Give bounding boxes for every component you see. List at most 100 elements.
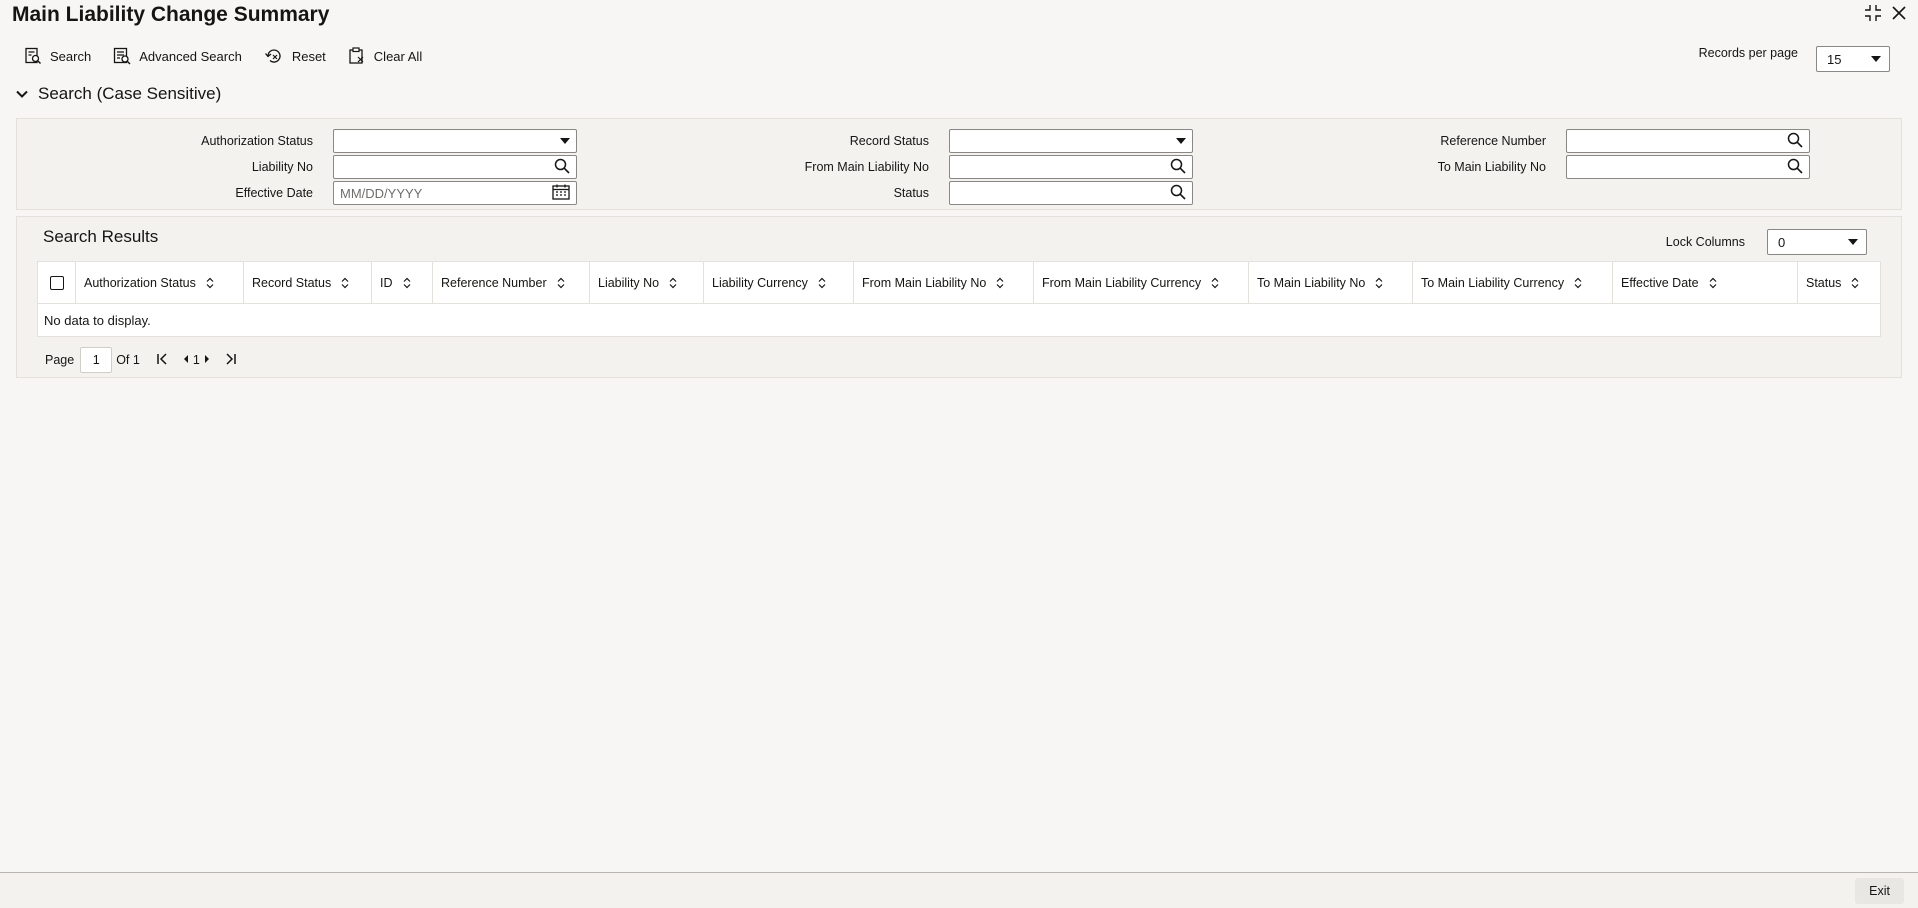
column-header-to-main-liability-currency[interactable]: To Main Liability Currency <box>1413 262 1613 303</box>
first-page-icon[interactable] <box>156 352 170 368</box>
search-icon[interactable] <box>554 158 570 177</box>
authorization-status-select[interactable] <box>333 129 577 153</box>
reset-button[interactable]: Reset <box>264 47 326 65</box>
status-input[interactable] <box>956 185 1156 201</box>
collapse-icon[interactable] <box>1864 4 1882 22</box>
from-main-liability-no-input[interactable] <box>956 159 1156 175</box>
search-criteria-heading: Search (Case Sensitive) <box>38 84 222 103</box>
reset-icon <box>264 47 284 65</box>
close-icon[interactable] <box>1892 6 1906 20</box>
column-header-authorization-status[interactable]: Authorization Status <box>76 262 244 303</box>
previous-page-icon[interactable] <box>182 353 190 368</box>
column-header-liability-currency[interactable]: Liability Currency <box>704 262 854 303</box>
exit-button[interactable]: Exit <box>1855 878 1904 904</box>
sort-icon[interactable] <box>206 277 214 289</box>
search-results-panel: Search Results Lock Columns 0 Authorizat… <box>16 216 1902 378</box>
results-table: Authorization Status Record Status ID Re… <box>37 261 1881 337</box>
sort-icon[interactable] <box>818 277 826 289</box>
reference-number-label: Reference Number <box>1440 134 1546 148</box>
page-number-input[interactable]: 1 <box>80 347 113 373</box>
column-header-status[interactable]: Status <box>1798 262 1878 303</box>
next-page-icon[interactable] <box>203 353 211 368</box>
records-per-page-label: Records per page <box>1698 46 1798 60</box>
records-per-page-select[interactable]: 15 <box>1816 46 1890 72</box>
select-all-checkbox[interactable] <box>50 275 64 290</box>
search-icon[interactable] <box>1787 158 1803 177</box>
to-main-liability-no-label: To Main Liability No <box>1437 160 1546 174</box>
column-header-label: Status <box>1806 275 1842 290</box>
advanced-search-button[interactable]: Advanced Search <box>113 47 242 65</box>
search-icon[interactable] <box>1170 184 1186 203</box>
column-header-to-main-liability-no[interactable]: To Main Liability No <box>1249 262 1413 303</box>
sort-icon[interactable] <box>1574 277 1582 289</box>
column-header-effective-date[interactable]: Effective Date <box>1613 262 1798 303</box>
clipboard-icon <box>348 47 366 65</box>
lock-columns-select[interactable]: 0 <box>1767 229 1867 255</box>
clear-all-button[interactable]: Clear All <box>348 47 422 65</box>
liability-no-label: Liability No <box>251 160 313 174</box>
search-doc-icon <box>24 47 42 65</box>
sort-icon[interactable] <box>341 277 349 289</box>
record-status-label: Record Status <box>849 134 929 148</box>
search-icon[interactable] <box>1787 132 1803 151</box>
chevron-down-icon <box>16 84 28 104</box>
column-header-id[interactable]: ID <box>372 262 433 303</box>
last-page-icon[interactable] <box>223 352 237 368</box>
liability-no-input[interactable] <box>340 159 540 175</box>
liability-no-field[interactable] <box>333 155 577 179</box>
current-page-number: 1 <box>192 353 200 367</box>
from-main-liability-no-field[interactable] <box>949 155 1193 179</box>
advanced-search-button-label: Advanced Search <box>139 48 242 64</box>
select-all-header <box>38 262 76 303</box>
sort-icon[interactable] <box>996 277 1004 289</box>
search-button[interactable]: Search <box>24 47 91 65</box>
page-total-label: Of 1 <box>116 353 140 367</box>
window-controls <box>1864 4 1906 22</box>
toolbar: Search Advanced Search Reset Clear All <box>24 44 444 68</box>
column-header-label: Reference Number <box>441 275 547 290</box>
authorization-status-row: Authorization Status <box>133 129 577 153</box>
lock-columns-label: Lock Columns <box>1665 235 1745 249</box>
column-header-label: From Main Liability No <box>862 275 987 290</box>
title-bar: Main Liability Change Summary <box>0 0 1918 34</box>
search-button-label: Search <box>50 48 92 64</box>
column-header-label: Record Status <box>252 275 332 290</box>
calendar-icon[interactable] <box>552 184 570 203</box>
column-header-record-status[interactable]: Record Status <box>244 262 372 303</box>
lock-columns-value: 0 <box>1778 234 1786 250</box>
search-criteria-toggle[interactable]: Search (Case Sensitive) <box>16 84 221 104</box>
column-header-label: Effective Date <box>1621 275 1699 290</box>
sort-icon[interactable] <box>1851 277 1859 289</box>
effective-date-field[interactable] <box>333 181 577 205</box>
chevron-down-icon <box>560 138 570 144</box>
sort-icon[interactable] <box>403 277 411 289</box>
from-main-liability-no-label: From Main Liability No <box>804 160 929 174</box>
effective-date-label: Effective Date <box>235 186 313 200</box>
search-icon[interactable] <box>1170 158 1186 177</box>
to-main-liability-no-field[interactable] <box>1566 155 1810 179</box>
column-header-from-main-liability-currency[interactable]: From Main Liability Currency <box>1034 262 1249 303</box>
page-title: Main Liability Change Summary <box>12 3 330 26</box>
sort-icon[interactable] <box>557 277 565 289</box>
column-header-label: To Main Liability Currency <box>1421 275 1565 290</box>
status-field[interactable] <box>949 181 1193 205</box>
sort-icon[interactable] <box>669 277 677 289</box>
column-header-reference-number[interactable]: Reference Number <box>433 262 590 303</box>
to-main-liability-no-input[interactable] <box>1573 159 1773 175</box>
status-row: Status <box>749 181 1193 205</box>
from-main-liability-no-row: From Main Liability No <box>749 155 1193 179</box>
effective-date-input[interactable] <box>340 185 540 201</box>
sort-icon[interactable] <box>1709 277 1717 289</box>
reference-number-field[interactable] <box>1566 129 1810 153</box>
record-status-row: Record Status <box>749 129 1193 153</box>
chevron-down-icon <box>1871 56 1881 62</box>
column-header-liability-no[interactable]: Liability No <box>590 262 704 303</box>
sort-icon[interactable] <box>1375 277 1383 289</box>
column-header-label: ID <box>380 275 393 290</box>
reference-number-input[interactable] <box>1573 133 1773 149</box>
record-status-select[interactable] <box>949 129 1193 153</box>
liability-no-row: Liability No <box>133 155 577 179</box>
advanced-search-icon <box>113 47 131 65</box>
sort-icon[interactable] <box>1211 277 1219 289</box>
column-header-from-main-liability-no[interactable]: From Main Liability No <box>854 262 1034 303</box>
